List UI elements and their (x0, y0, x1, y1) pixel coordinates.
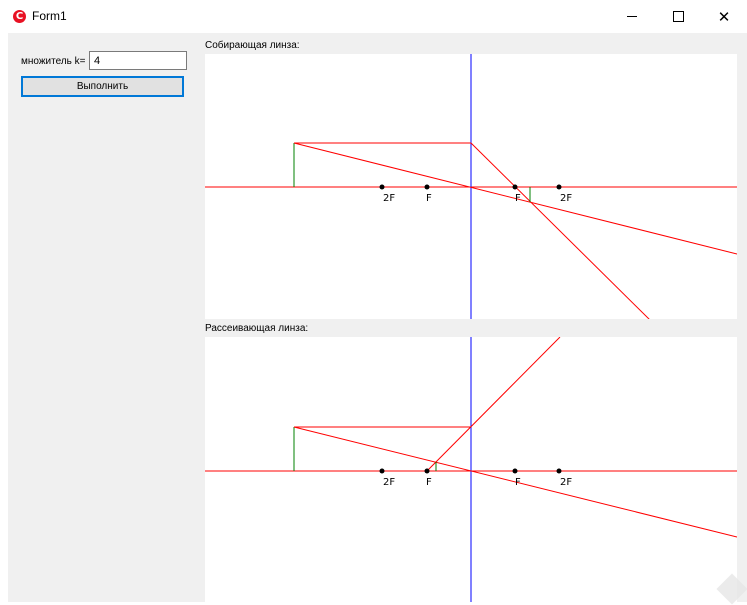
converging-lens-label: Собирающая линза: (205, 40, 300, 51)
label-2f-right: 2F (560, 193, 572, 204)
point-f-right (512, 184, 518, 190)
label-f-right: F (515, 477, 521, 488)
label-f-left: F (426, 477, 432, 488)
minimize-button[interactable] (609, 0, 655, 33)
run-button[interactable]: Выполнить (21, 76, 184, 97)
k-label: множитель k= (21, 56, 86, 67)
label-f-left: F (426, 193, 432, 204)
point-f-left (424, 468, 430, 474)
point-2f-left (379, 184, 385, 190)
label-2f-left: 2F (383, 193, 395, 204)
title-bar: C Form1 ✕ (0, 0, 747, 33)
point-2f-left (379, 468, 385, 474)
maximize-icon (672, 11, 684, 22)
point-2f-right (556, 184, 562, 190)
label-2f-left: 2F (383, 477, 395, 488)
diverging-lens-canvas: 2F F F 2F (205, 337, 737, 602)
app-icon: C (13, 10, 26, 23)
point-f-left (424, 184, 430, 190)
label-2f-right: 2F (560, 477, 572, 488)
minimize-icon (627, 16, 637, 17)
close-button[interactable]: ✕ (701, 0, 747, 33)
point-2f-right (556, 468, 562, 474)
window-title: Form1 (32, 9, 67, 23)
diverging-lens-label: Рассеивающая линза: (205, 323, 309, 334)
ray-diverged (426, 337, 561, 472)
k-input[interactable] (89, 51, 187, 70)
close-icon: ✕ (717, 7, 731, 26)
point-f-right (512, 468, 518, 474)
ray-refracted (470, 142, 650, 319)
converging-lens-canvas: 2F F F 2F (205, 54, 737, 319)
maximize-button[interactable] (655, 0, 701, 33)
label-f-right: F (515, 193, 521, 204)
